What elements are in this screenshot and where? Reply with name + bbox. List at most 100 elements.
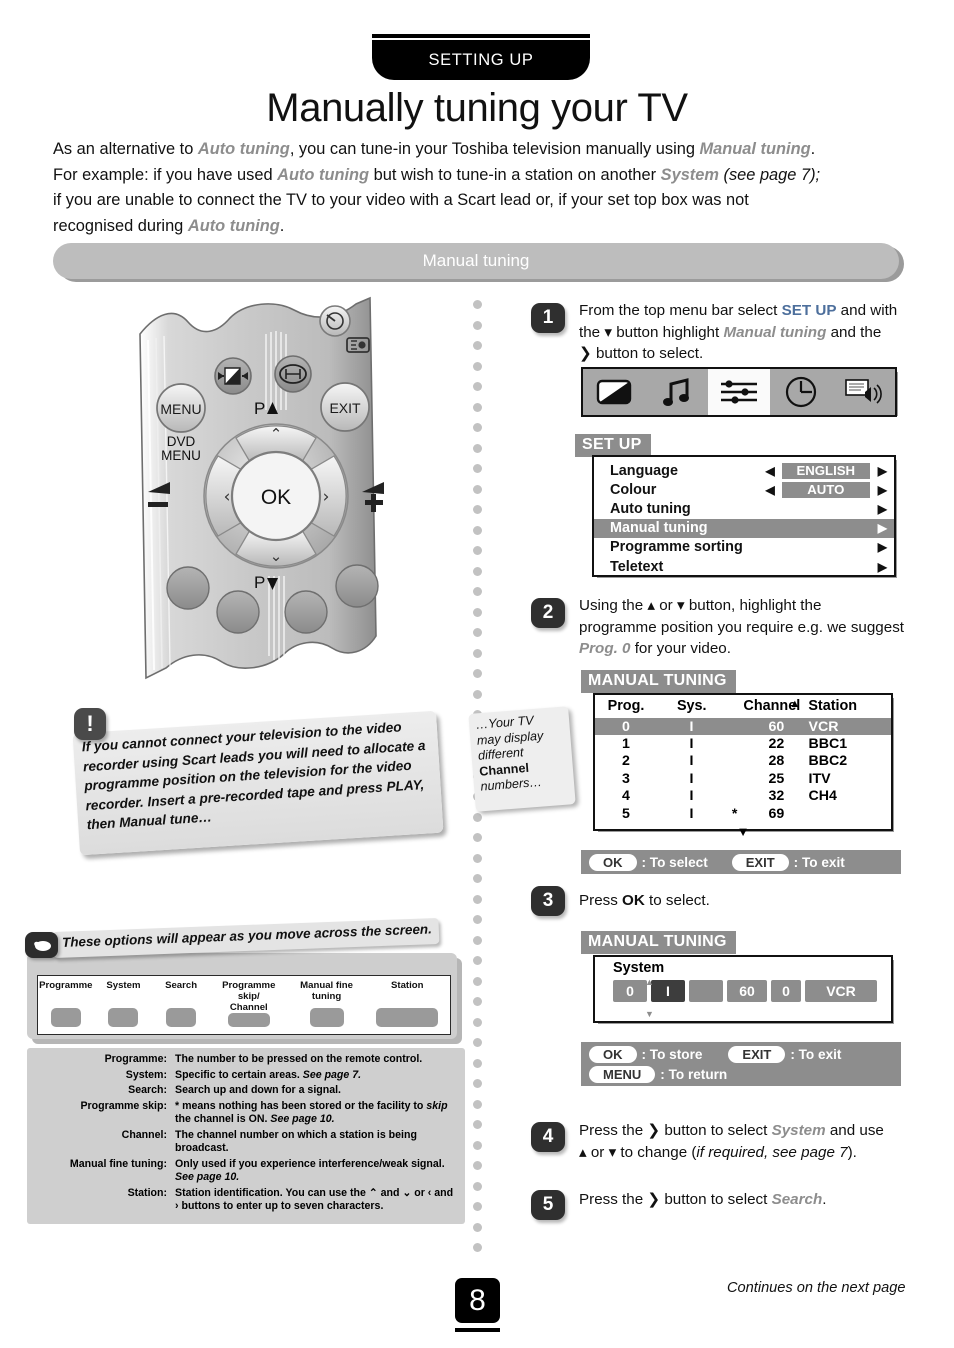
- mt-edit-field[interactable]: 0: [613, 980, 647, 1002]
- divider-dot: [473, 648, 482, 658]
- setup-menu-row[interactable]: Programme sorting ▶: [594, 538, 894, 557]
- intro-l1c: .: [810, 140, 816, 158]
- s4-l2c: ).: [847, 1143, 857, 1161]
- header-rule: [372, 34, 590, 38]
- definition-desc: * means nothing has been stored or the f…: [175, 1099, 448, 1126]
- options-column-field[interactable]: [309, 1008, 344, 1027]
- intro-l4b: .: [279, 216, 285, 235]
- chevron-down-icon-2: ▾: [676, 596, 685, 614]
- right-arrow-icon[interactable]: ▶: [878, 560, 887, 574]
- right-arrow-icon[interactable]: ▶: [878, 502, 887, 516]
- s1-em: Manual tuning: [723, 323, 827, 341]
- s5-c: .: [822, 1191, 827, 1208]
- setup-menu-row[interactable]: Auto tuning ▶: [594, 499, 894, 518]
- cell-skip: *: [731, 805, 738, 822]
- s4-em: System: [771, 1122, 826, 1139]
- ok-text-1: : To select: [641, 854, 708, 870]
- lower-button-1: [166, 566, 210, 610]
- step-2-text: Using the ▴ or ▾ button, highlight the p…: [579, 595, 909, 660]
- right-arrow-icon[interactable]: ▶: [878, 540, 887, 554]
- cell-channel: 28: [768, 753, 785, 770]
- mt-h-stn: Station: [808, 698, 858, 714]
- setup-menu-row[interactable]: Teletext ▶: [594, 557, 894, 576]
- cell-prog: 4: [621, 788, 630, 805]
- clock-timer-icon[interactable]: [770, 369, 832, 415]
- divider-dot: [473, 833, 482, 842]
- table-row[interactable]: 1 I 22 BBC1: [595, 735, 891, 752]
- options-column: Manual fine tuning: [288, 975, 366, 1033]
- mt-osd-box: Prog. Sys. Channel ▲ Station 0 I 60 VCR 1 I 22…: [593, 693, 893, 839]
- intro-l2a: For example: if you have used: [53, 165, 278, 184]
- mt-edit-field[interactable]: VCR: [805, 980, 877, 1002]
- divider-dot: [473, 689, 482, 699]
- mt-edit-fields: 0 I 60 0 VCR: [595, 980, 891, 1002]
- definition-row: Programme skip: * means nothing has been …: [27, 1100, 457, 1127]
- options-column: Programme: [37, 975, 95, 1033]
- cell-prog: 3: [621, 770, 630, 787]
- step-3-text: Press OK to select.: [579, 890, 899, 912]
- s2-em: Prog. 0: [579, 640, 631, 657]
- left-arrow-icon[interactable]: ◀: [766, 464, 775, 478]
- ok-key-2[interactable]: OK: [589, 1045, 637, 1063]
- definition-row: System: Specific to certain areas. See pa…: [27, 1069, 457, 1082]
- exit-key-2[interactable]: EXIT: [728, 1045, 786, 1063]
- setup-menu-row[interactable]: Language ◀ ENGLISH ▶: [594, 461, 894, 480]
- divider-dot: [473, 361, 482, 371]
- sound-music-note-icon[interactable]: [645, 369, 707, 415]
- step-3-badge: 3: [531, 886, 565, 916]
- definition-term: Programme skip:: [80, 1099, 167, 1112]
- left-arrow-icon[interactable]: ◀: [766, 483, 775, 497]
- menu-key[interactable]: MENU: [589, 1065, 656, 1083]
- mt-h-chan: Channel: [743, 698, 801, 714]
- intro-paragraph: As an alternative to Auto tuning, you ca…: [53, 137, 905, 239]
- chevron-right-icon: ❯: [579, 344, 592, 362]
- table-row[interactable]: 0 I 60 VCR: [595, 718, 891, 736]
- picture-contrast-icon[interactable]: [583, 369, 645, 415]
- exit-key-1[interactable]: EXIT: [731, 853, 789, 871]
- options-column-field[interactable]: [166, 1008, 197, 1027]
- divider-dot: [473, 443, 482, 453]
- mt-edit-field[interactable]: [689, 980, 723, 1002]
- mt-edit-field[interactable]: I: [651, 980, 685, 1002]
- table-row[interactable]: 3 I 25 ITV: [595, 770, 891, 787]
- right-arrow-icon[interactable]: ▶: [878, 464, 887, 478]
- options-column-field[interactable]: [108, 1008, 139, 1027]
- s2-l1c: button, highlight the: [684, 597, 822, 614]
- right-arrow-icon[interactable]: ▶: [878, 521, 887, 535]
- divider-dot: [473, 894, 482, 904]
- options-column-field[interactable]: [227, 1013, 270, 1027]
- cell-channel: 69: [768, 805, 785, 822]
- teletext-speaker-icon[interactable]: [833, 369, 895, 415]
- setup-sliders-icon[interactable]: [707, 369, 771, 415]
- options-column-label: Station: [390, 980, 424, 991]
- setup-osd-title: SET UP: [575, 434, 651, 457]
- s4-l2a: or: [586, 1143, 609, 1161]
- options-column-field[interactable]: [50, 1008, 81, 1027]
- intro-l1em2: Manual tuning: [699, 140, 811, 158]
- table-row[interactable]: 2 I 28 BBC2: [595, 753, 891, 770]
- options-column-field[interactable]: [376, 1008, 439, 1027]
- table-row[interactable]: 5 I * 69: [595, 805, 891, 822]
- divider-dot: [473, 915, 482, 924]
- s4-l2b: to change (: [616, 1143, 697, 1161]
- mt-edit-field[interactable]: 60: [727, 980, 767, 1002]
- exit-text-2: : To exit: [790, 1046, 842, 1062]
- setup-menu-row[interactable]: Manual tuning ▶: [594, 518, 894, 538]
- s1-l2c: and the: [826, 323, 882, 341]
- divider-dot: [473, 300, 482, 309]
- mt-edit-footer-bar: OK : To store EXIT : To exit MENU : To r…: [581, 1042, 901, 1086]
- right-arrow-icon[interactable]: ▶: [878, 483, 887, 497]
- ok-key-1[interactable]: OK: [589, 853, 637, 871]
- page-number: 8: [455, 1278, 500, 1323]
- mt-edit-osd-title: MANUAL TUNING: [581, 931, 736, 954]
- setup-menu-row[interactable]: Colour ◀ AUTO ▶: [594, 480, 894, 499]
- divider-dot: [473, 853, 482, 863]
- s3-a: Press: [579, 892, 623, 909]
- s1-l2a: the: [579, 323, 605, 341]
- up-arrow-icon: ▲: [645, 977, 654, 987]
- table-row[interactable]: 4 I 32 CH4: [595, 788, 891, 805]
- svg-text:P: P: [254, 573, 265, 592]
- intro-l1a: As an alternative to: [53, 140, 198, 158]
- intro-l2em1: Auto tuning: [277, 165, 370, 184]
- mt-edit-field[interactable]: 0: [771, 980, 801, 1002]
